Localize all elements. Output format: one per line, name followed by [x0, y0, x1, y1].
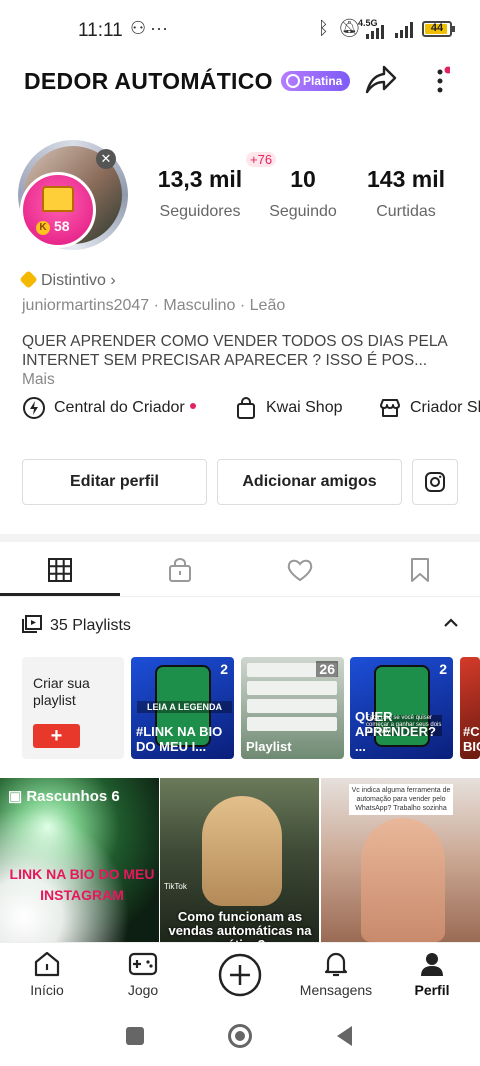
signal-icon	[366, 25, 384, 39]
playlist-card[interactable]: 26 Playlist	[241, 657, 344, 759]
platina-badge[interactable]: Platina	[281, 71, 351, 91]
video-caption: LINK NA BIO DO MEU INSTAGRAM	[9, 866, 155, 903]
tab-private[interactable]	[120, 554, 240, 586]
likes-count[interactable]: 143 mil	[356, 166, 456, 193]
home-button-icon[interactable]	[228, 1024, 252, 1048]
user-info-line: juniormartins2047 · Masculino · Leão	[22, 297, 286, 314]
followers-count[interactable]: 13,3 mil	[150, 166, 250, 193]
video-thumbnail[interactable]: TikTok Como funcionam as vendas automáti…	[160, 778, 319, 942]
followers-label[interactable]: Seguidores	[150, 203, 250, 221]
grid-icon	[48, 558, 72, 582]
edit-profile-button[interactable]: Editar perfil	[22, 459, 207, 505]
creator-center-dot	[189, 403, 196, 409]
video-caption: Vc indica alguma ferramenta de automação…	[349, 784, 453, 815]
bluetooth-icon: ᛒ	[318, 18, 329, 38]
tab-liked[interactable]	[240, 554, 360, 586]
playlist-label: #C BIO	[463, 724, 480, 754]
chevron-up-icon[interactable]	[442, 614, 460, 632]
tab-grid[interactable]	[0, 554, 120, 586]
bell-icon	[324, 952, 348, 977]
badge-icon	[286, 74, 300, 88]
notification-icon: ⚇	[130, 18, 147, 38]
status-bar: 11:11 ⚇ ··· ᛒ 🔕︎ 4.5G 44	[0, 0, 480, 60]
close-icon[interactable]: ✕	[96, 149, 116, 169]
playlist-count: 26	[316, 661, 338, 677]
shortcut-creator-shop[interactable]: Criador Sh	[378, 394, 480, 422]
distintivo-link[interactable]: Distintivo ›	[19, 270, 116, 290]
heart-icon	[287, 559, 313, 582]
instagram-button[interactable]	[412, 459, 458, 505]
nav-profile[interactable]: Perfil	[392, 950, 472, 998]
playlists-header[interactable]: 35 Playlists	[22, 615, 131, 635]
video-thumbnail-drafts[interactable]: ▣ Rascunhos 6 LINK NA BIO DO MEU INSTAGR…	[0, 778, 159, 942]
store-icon	[380, 398, 400, 417]
coin-icon: K	[36, 221, 50, 235]
more-notifications-icon: ···	[150, 18, 168, 38]
section-divider	[0, 534, 480, 542]
treasure-chest-icon	[42, 186, 74, 212]
bookmark-icon	[411, 558, 429, 582]
playlist-overlay-text: LEIA A LEGENDA	[137, 701, 233, 713]
share-icon[interactable]	[362, 62, 398, 98]
page-title: DEDOR AUTOMÁTICO	[24, 68, 273, 94]
platina-label: Platina	[303, 74, 343, 88]
recents-icon[interactable]	[126, 1027, 144, 1045]
username: juniormartins2047	[22, 297, 150, 314]
create-playlist-button[interactable]: +	[33, 724, 80, 748]
drafts-label: ▣ Rascunhos 6	[8, 788, 120, 805]
home-icon	[34, 951, 60, 977]
playlist-icon	[22, 615, 42, 633]
following-count[interactable]: 10	[256, 166, 350, 193]
battery-icon: 44	[422, 21, 455, 37]
create-playlist-card[interactable]: Criar sua playlist +	[22, 657, 124, 759]
instagram-icon	[425, 472, 445, 492]
playlist-card[interactable]: Faça isso se você quiser começar a ganha…	[350, 657, 453, 759]
add-friends-button[interactable]: Adicionar amigos	[217, 459, 402, 505]
create-playlist-label: Criar sua playlist	[33, 675, 90, 708]
person-icon	[421, 953, 443, 976]
gamepad-icon	[128, 952, 158, 976]
lightning-icon	[23, 396, 45, 419]
tab-saved[interactable]	[360, 554, 480, 586]
coin-count: K 58	[36, 218, 70, 235]
tab-separator	[0, 596, 480, 597]
playlist-count: 2	[220, 661, 228, 677]
followers-new-badge: +76	[246, 152, 277, 167]
bio-more-link[interactable]: Mais	[22, 371, 55, 388]
video-caption: Como funcionam as vendas automáticas na …	[168, 909, 312, 943]
more-options-icon[interactable]	[430, 66, 450, 96]
shortcut-kwai-shop[interactable]: Kwai Shop	[234, 394, 343, 422]
nav-game[interactable]: Jogo	[103, 950, 183, 998]
gender: Masculino	[163, 297, 236, 314]
shortcut-creator-center[interactable]: Central do Criador	[22, 394, 196, 422]
playlist-card[interactable]: #C BIO	[460, 657, 480, 759]
status-time: 11:11	[78, 20, 123, 41]
playlist-count: 2	[439, 661, 447, 677]
tiktok-watermark: TikTok	[164, 882, 187, 891]
distintivo-icon	[19, 270, 38, 289]
nav-home[interactable]: Início	[7, 950, 87, 998]
playlist-label: #LINK NA BIO DO MEU I...	[136, 724, 223, 754]
following-label[interactable]: Seguindo	[256, 203, 350, 221]
playlist-label: Playlist	[246, 739, 292, 754]
plus-circle-icon	[218, 953, 262, 997]
zodiac-sign: Leão	[249, 297, 286, 314]
signal-icon-2	[395, 22, 413, 38]
battery-level: 44	[430, 22, 444, 34]
likes-label[interactable]: Curtidas	[356, 203, 456, 221]
video-thumbnail[interactable]: Vc indica alguma ferramenta de automação…	[321, 778, 480, 942]
back-icon[interactable]	[334, 1024, 354, 1048]
playlist-label: QUER APRENDER? ...	[355, 709, 436, 754]
bio-text[interactable]: QUER APRENDER COMO VENDER TODOS OS DIAS …	[22, 332, 462, 389]
nav-create[interactable]	[200, 952, 280, 1002]
nav-messages[interactable]: Mensagens	[296, 950, 376, 998]
shopping-bag-icon	[237, 396, 255, 419]
playlist-card[interactable]: LEIA A LEGENDA 2 #LINK NA BIO DO MEU I..…	[131, 657, 234, 759]
lock-icon	[169, 558, 191, 582]
